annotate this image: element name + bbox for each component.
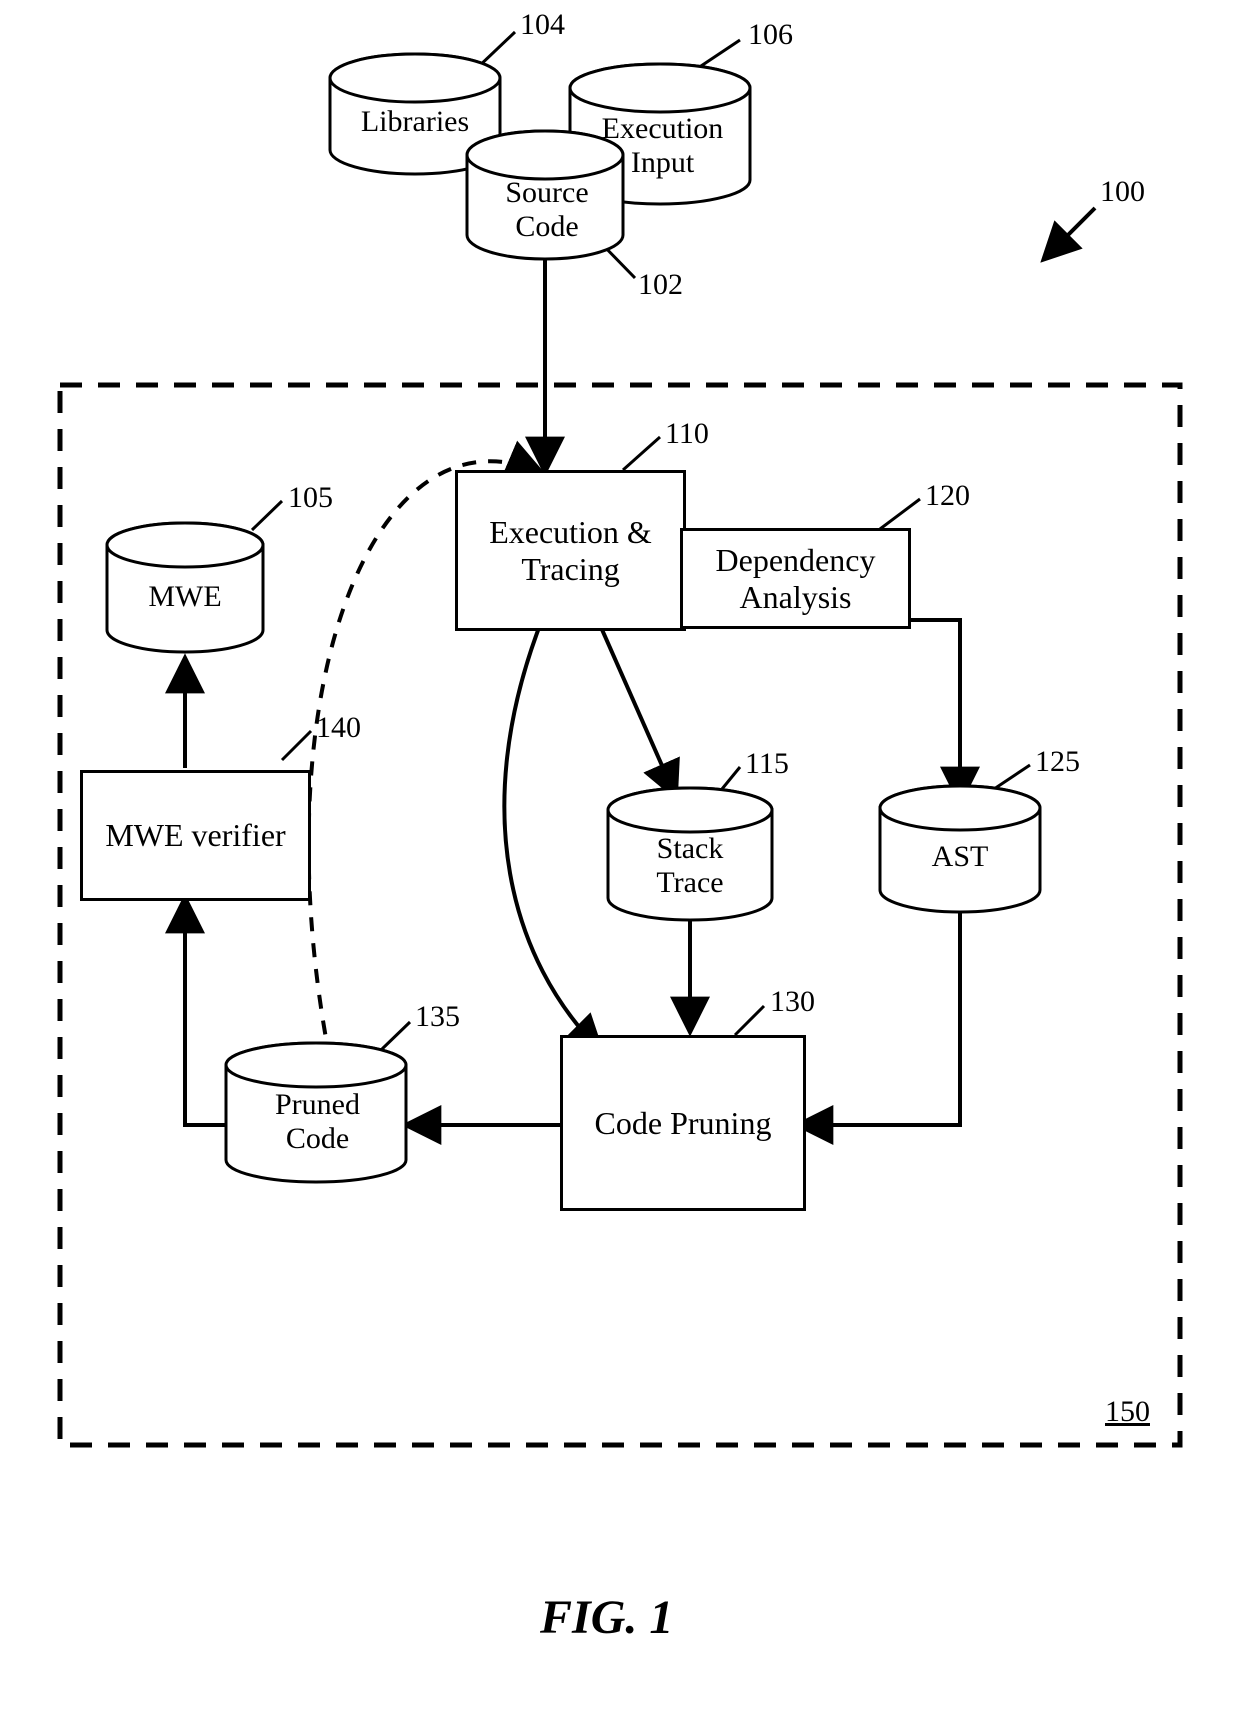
label-ast: AST — [920, 840, 1000, 874]
ref-verifier: 140 — [316, 711, 361, 745]
label-pruned: Pruned Code — [265, 1088, 370, 1156]
ref-libraries: 104 — [520, 8, 565, 42]
label-stack: Stack Trace — [640, 832, 740, 900]
label-mwe: MWE — [145, 580, 225, 614]
box-exec-tracing: Execution & Tracing — [455, 470, 686, 631]
ref-stack: 115 — [745, 747, 789, 781]
label-exec-input: Execution Input — [590, 112, 735, 180]
figure-caption: FIG. 1 — [540, 1590, 673, 1645]
label-exec-tracing: Execution & Tracing — [458, 514, 683, 588]
label-code-pruning: Code Pruning — [595, 1105, 772, 1142]
label-libraries: Libraries — [355, 105, 475, 139]
ref-mwe: 105 — [288, 481, 333, 515]
ref-prune: 130 — [770, 985, 815, 1019]
box-code-pruning: Code Pruning — [560, 1035, 806, 1211]
ref-source: 102 — [638, 268, 683, 302]
ref-exec-trace: 110 — [665, 417, 709, 451]
box-dependency: Dependency Analysis — [680, 528, 911, 629]
ref-exec-input: 106 — [748, 18, 793, 52]
ref-dep: 120 — [925, 479, 970, 513]
label-verifier: MWE verifier — [105, 817, 285, 854]
ref-container: 150 — [1105, 1395, 1150, 1429]
ref-system: 100 — [1100, 175, 1145, 209]
box-verifier: MWE verifier — [80, 770, 311, 901]
label-dependency: Dependency Analysis — [683, 542, 908, 616]
diagram-stage: Execution & Tracing Dependency Analysis … — [0, 0, 1240, 1721]
label-source: Source Code — [497, 176, 597, 244]
ref-pruned: 135 — [415, 1000, 460, 1034]
ref-ast: 125 — [1035, 745, 1080, 779]
